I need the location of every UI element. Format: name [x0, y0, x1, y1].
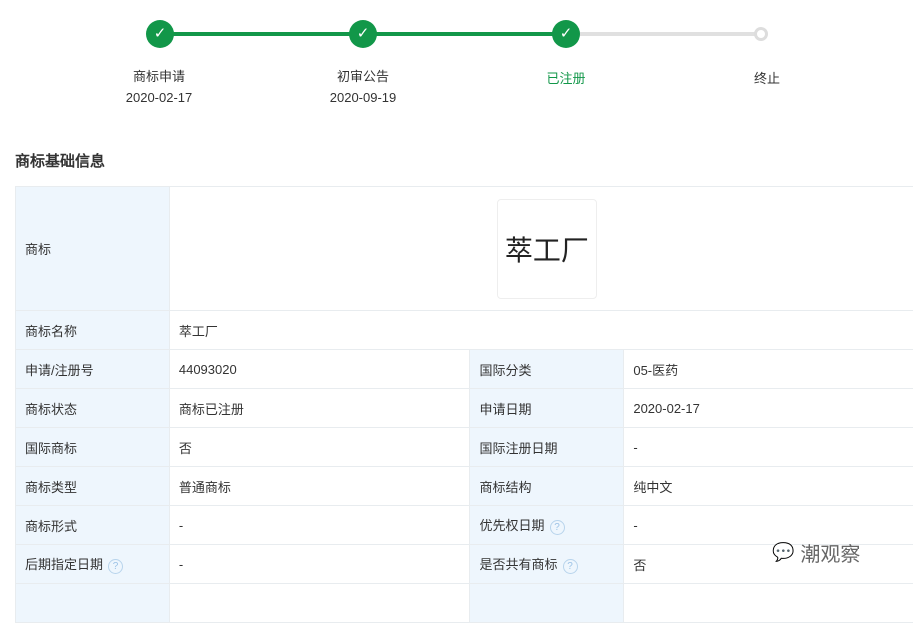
field-value: - — [169, 545, 470, 584]
field-label: 后期指定日期? — [16, 545, 170, 584]
step-label: 已注册 — [506, 68, 626, 89]
field-value: 2020-02-17 — [624, 389, 913, 428]
check-icon: ✓ — [552, 20, 580, 48]
step-label: 商标申请 — [99, 66, 219, 87]
trademark-logo: 萃工厂 — [497, 199, 597, 299]
step-date: 2020-02-17 — [99, 87, 219, 108]
table-row: 国际商标否国际注册日期- — [16, 428, 913, 467]
check-icon: ✓ — [349, 20, 377, 48]
field-value: - — [624, 506, 913, 545]
field-label: 申请日期 — [470, 389, 624, 428]
step-date: 2020-09-19 — [303, 87, 423, 108]
field-value: 否 — [169, 428, 470, 467]
help-icon[interactable]: ? — [108, 559, 123, 574]
field-label: 国际注册日期 — [470, 428, 624, 467]
field-value — [169, 584, 470, 623]
pending-step-icon — [754, 27, 768, 41]
trademark-logo-cell: 萃工厂 — [169, 187, 913, 311]
field-label: 商标形式 — [16, 506, 170, 545]
wechat-icon: 💬 — [772, 542, 794, 563]
step-label: 终止 — [707, 68, 827, 89]
table-row: 商标类型普通商标商标结构纯中文 — [16, 467, 913, 506]
step-2: 初审公告2020-09-19 — [303, 66, 423, 108]
section-title: 商标基础信息 — [15, 150, 105, 171]
field-label: 是否共有商标? — [470, 545, 624, 584]
table-row: 申请/注册号44093020国际分类05-医药 — [16, 350, 913, 389]
field-value: 44093020 — [169, 350, 470, 389]
field-label: 商标名称 — [16, 311, 170, 350]
step-label: 初审公告 — [303, 66, 423, 87]
help-icon[interactable]: ? — [563, 559, 578, 574]
help-icon[interactable]: ? — [550, 520, 565, 535]
field-label-text: 后期指定日期 — [25, 557, 103, 572]
trademark-label: 商标 — [16, 187, 170, 311]
field-label: 商标状态 — [16, 389, 170, 428]
step-1: 商标申请2020-02-17 — [99, 66, 219, 108]
field-label — [470, 584, 624, 623]
watermark: 💬 潮观察 — [772, 538, 860, 567]
field-label: 商标类型 — [16, 467, 170, 506]
field-label — [16, 584, 170, 623]
field-value — [624, 584, 913, 623]
field-value: 萃工厂 — [169, 311, 913, 350]
progress-line-pending — [566, 32, 761, 36]
field-value: - — [624, 428, 913, 467]
watermark-text: 潮观察 — [800, 538, 860, 567]
field-value: 否 — [624, 545, 913, 584]
field-value: - — [169, 506, 470, 545]
progress-steps: ✓ ✓ ✓ 商标申请2020-02-17 初审公告2020-09-19 已注册 … — [0, 0, 913, 120]
field-value: 商标已注册 — [169, 389, 470, 428]
field-label: 国际商标 — [16, 428, 170, 467]
field-value: 普通商标 — [169, 467, 470, 506]
field-label: 优先权日期? — [470, 506, 624, 545]
field-value: 05-医药 — [624, 350, 913, 389]
table-row: 商标状态商标已注册申请日期2020-02-17 — [16, 389, 913, 428]
check-icon: ✓ — [146, 20, 174, 48]
field-label-text: 优先权日期 — [479, 518, 544, 533]
step-3: 已注册 — [506, 68, 626, 89]
field-label-text: 是否共有商标 — [479, 557, 557, 572]
field-value: 纯中文 — [624, 467, 913, 506]
field-label: 申请/注册号 — [16, 350, 170, 389]
field-label: 商标结构 — [470, 467, 624, 506]
field-label: 国际分类 — [470, 350, 624, 389]
step-4: 终止 — [707, 68, 827, 89]
